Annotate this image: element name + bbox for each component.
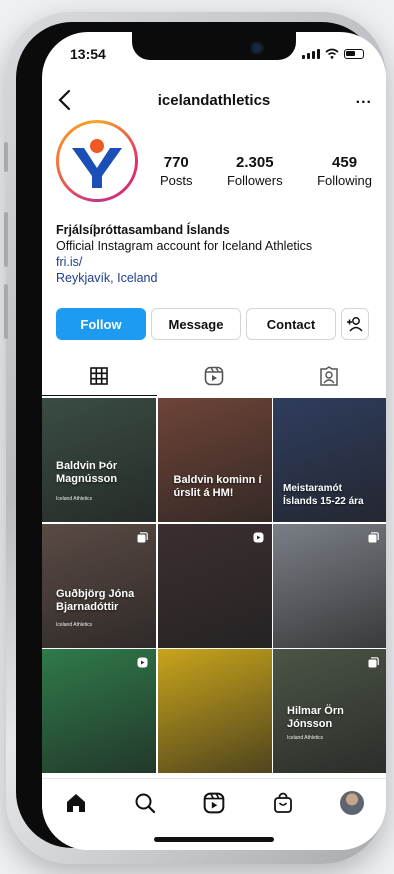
post-caption: Baldvin kominn í úrslit á HM! <box>173 474 262 499</box>
home-icon <box>67 794 86 812</box>
profile-header: icelandathletics ... <box>42 84 386 118</box>
tab-posts-grid[interactable] <box>42 356 157 396</box>
carousel-icon <box>368 531 379 542</box>
post-tile[interactable]: Baldvin kominn í úrslit á HM! <box>157 398 272 522</box>
post-caption: Baldvin Þór Magnússon <box>56 460 118 485</box>
post-caption: Meistaramót Íslands 15-22 ára <box>283 483 364 507</box>
post-tile[interactable] <box>157 523 272 648</box>
tagged-icon <box>319 366 338 386</box>
posts-grid: Baldvin Þór Magnússon Iceland Athletics … <box>42 398 386 773</box>
tab-reels[interactable] <box>157 356 272 396</box>
more-options-icon[interactable]: ... <box>356 90 372 108</box>
follow-button[interactable]: Follow <box>56 308 146 340</box>
reel-badge-icon <box>253 532 263 542</box>
stat-value: 459 <box>332 154 358 171</box>
volume-down-button <box>4 284 8 339</box>
mute-switch <box>4 142 8 172</box>
post-tile[interactable] <box>42 649 156 773</box>
profile-actions: Follow Message Contact <box>56 308 374 340</box>
notch <box>132 32 296 60</box>
profile-bio: Frjálsíþróttasamband Íslands Official In… <box>56 222 376 286</box>
reels-icon <box>203 792 225 814</box>
carousel-icon <box>137 531 148 542</box>
battery-icon <box>344 49 364 59</box>
profile-tabs <box>42 356 386 396</box>
post-subcaption: Iceland Athletics <box>56 621 93 628</box>
message-button[interactable]: Message <box>151 308 241 340</box>
nav-profile[interactable] <box>338 789 366 817</box>
stat-value: 770 <box>163 154 189 171</box>
nav-shop[interactable] <box>269 789 297 817</box>
stat-following[interactable]: 459 Following <box>317 154 372 188</box>
reels-icon <box>204 366 224 386</box>
contact-button[interactable]: Contact <box>246 308 336 340</box>
suggested-users-button[interactable] <box>341 308 369 340</box>
status-time: 13:54 <box>70 46 106 62</box>
search-icon <box>135 793 156 814</box>
stat-followers[interactable]: 2.305 Followers <box>227 154 283 188</box>
carousel-icon <box>368 657 379 668</box>
stat-label: Posts <box>160 173 193 188</box>
camera-icon <box>250 41 264 55</box>
post-tile[interactable]: Guðbjörg Jóna Bjarnadóttir Iceland Athle… <box>42 523 156 648</box>
home-indicator <box>154 837 274 842</box>
status-bar: 13:54 <box>42 32 386 76</box>
stat-posts[interactable]: 770 Posts <box>160 154 193 188</box>
volume-up-button <box>4 212 8 267</box>
post-tile[interactable] <box>273 523 386 648</box>
post-caption: Hilmar Örn Jónsson <box>287 705 344 730</box>
post-tile[interactable]: Hilmar Örn Jónsson Iceland Athletics <box>273 649 386 773</box>
post-tile[interactable]: Baldvin Þór Magnússon Iceland Athletics <box>42 398 156 522</box>
nav-home[interactable] <box>62 789 90 817</box>
stat-label: Following <box>317 173 372 188</box>
profile-stats: 770 Posts 2.305 Followers 459 Following <box>160 154 372 188</box>
post-subcaption: Iceland Athletics <box>56 496 93 502</box>
wifi-icon <box>325 48 339 59</box>
post-tile[interactable] <box>157 649 272 773</box>
bio-link[interactable]: fri.is/ <box>56 254 376 270</box>
add-user-icon <box>347 317 363 332</box>
profile-name: Frjálsíþróttasamband Íslands <box>56 223 230 237</box>
reel-badge-icon <box>137 657 148 668</box>
post-caption: Guðbjörg Jóna Bjarnadóttir <box>56 587 135 613</box>
post-subcaption: Iceland Athletics <box>287 735 324 741</box>
bio-text: Official Instagram account for Iceland A… <box>56 239 313 253</box>
shopping-bag-icon <box>273 792 292 813</box>
grid-icon <box>90 367 109 385</box>
profile-username: icelandathletics <box>157 92 271 109</box>
post-tile[interactable]: Meistaramót Íslands 15-22 ára <box>273 398 386 522</box>
bio-location[interactable]: Reykjavík, Iceland <box>56 270 376 286</box>
signal-icon <box>302 49 320 59</box>
nav-reels[interactable] <box>200 789 228 817</box>
avatar-story-ring[interactable] <box>56 120 138 202</box>
phone-screen: 13:54 icelandathletics ... 770 Posts 2.3… <box>42 32 386 850</box>
nav-search[interactable] <box>131 789 159 817</box>
profile-avatar-icon <box>339 791 364 815</box>
avatar <box>59 123 135 199</box>
status-icons <box>302 48 364 59</box>
stat-value: 2.305 <box>236 154 274 171</box>
tab-tagged[interactable] <box>271 356 386 396</box>
stat-label: Followers <box>226 173 283 188</box>
iceland-athletics-logo-icon <box>72 139 122 188</box>
